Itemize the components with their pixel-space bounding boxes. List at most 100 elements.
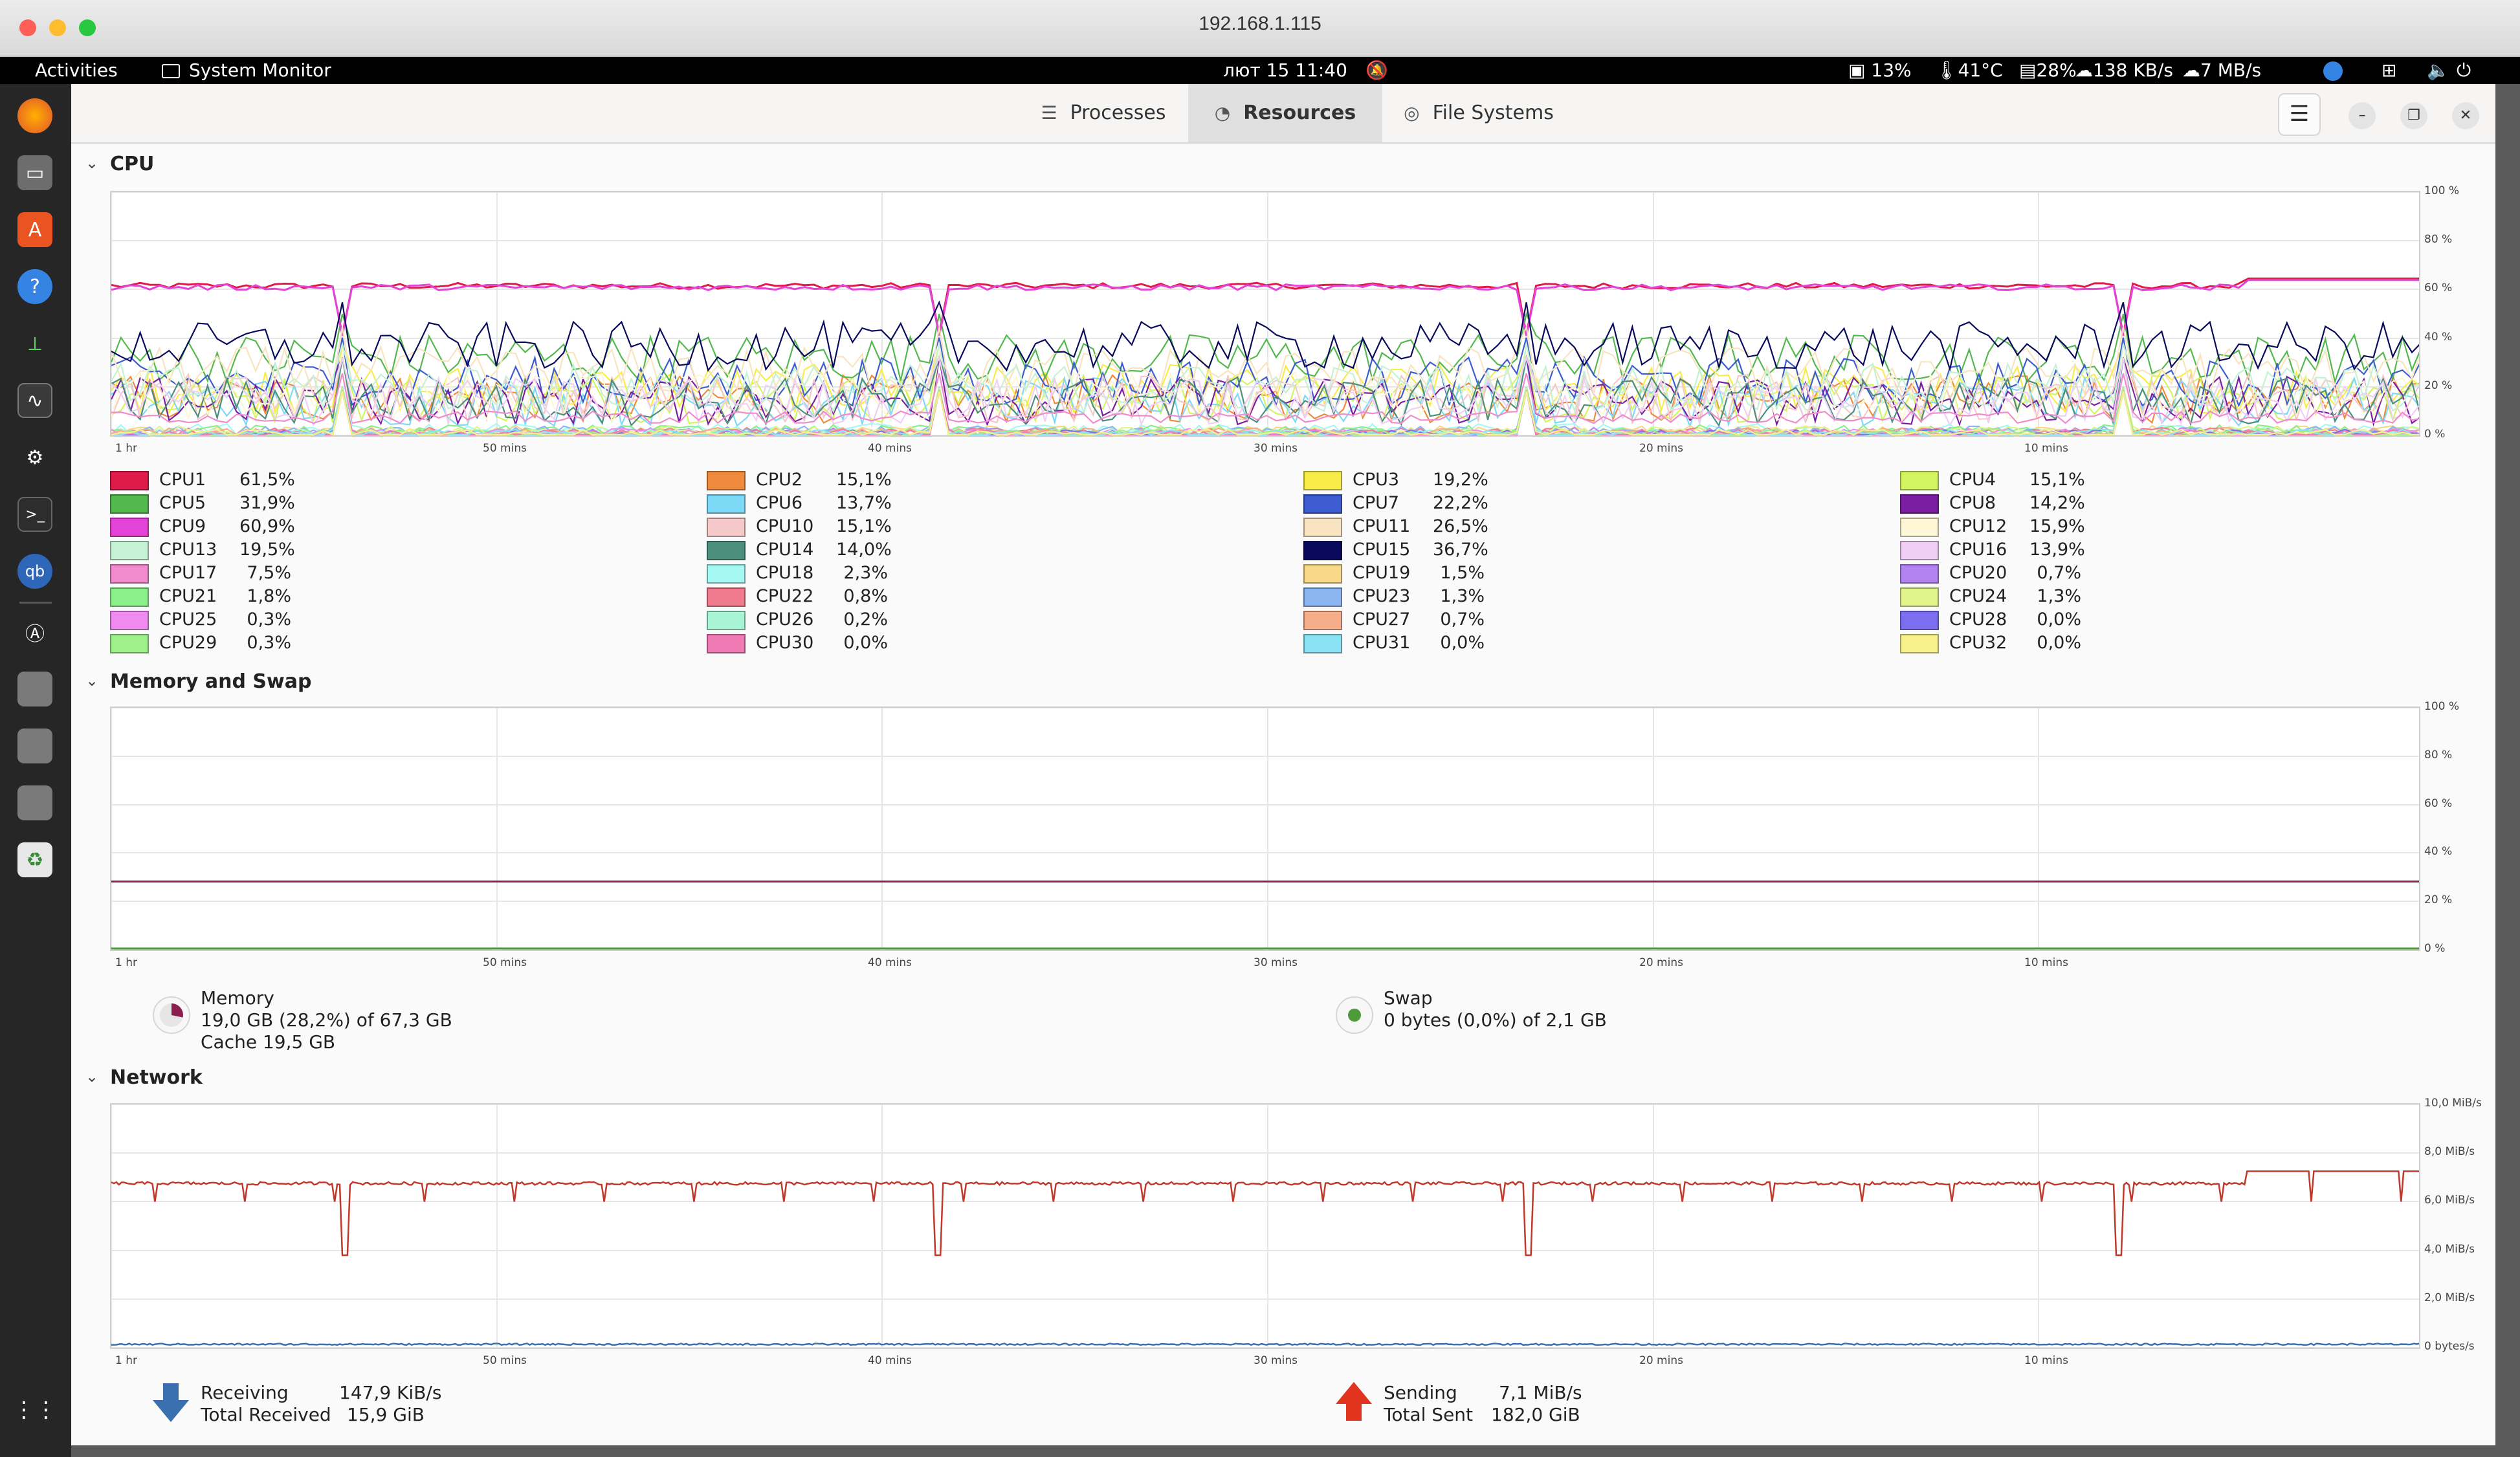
cpu-color-swatch[interactable] (1900, 634, 1939, 653)
cpu-color-swatch[interactable] (110, 587, 149, 607)
activities-button[interactable]: Activities (35, 57, 118, 84)
net-down-indicator[interactable]: ☁138 KB/s (2075, 57, 2173, 84)
cpu-x-tick: 40 mins (868, 442, 912, 455)
drive-icon[interactable] (17, 728, 52, 763)
cpu-series-line (111, 300, 2419, 373)
cpu-value: 1,8% (247, 586, 291, 606)
cpu-color-swatch[interactable] (1303, 541, 1342, 560)
close-button[interactable]: ✕ (2452, 102, 2479, 129)
cpu-name: CPU18 (756, 563, 814, 583)
cpu-color-swatch[interactable] (707, 541, 746, 560)
cpu-value: 26,5% (1433, 516, 1488, 536)
chevron-down-icon[interactable]: ⌄ (85, 1068, 98, 1086)
network-section-title[interactable]: Network (110, 1066, 203, 1089)
cpu-color-swatch[interactable] (707, 634, 746, 653)
drive-icon[interactable] (17, 672, 52, 707)
qbittorrent-icon[interactable]: qb (17, 554, 52, 589)
network-history-graph (110, 1103, 2420, 1349)
cpu-color-swatch[interactable] (707, 518, 746, 537)
clock[interactable]: лют 15 11:40 (1223, 57, 1347, 84)
firefox-icon[interactable] (17, 98, 52, 133)
memory-section-title[interactable]: Memory and Swap (110, 670, 311, 693)
settings-icon[interactable]: ⚙ (17, 440, 52, 475)
cpu-graph-svg (111, 192, 2419, 435)
chevron-down-icon[interactable]: ⌄ (85, 672, 98, 690)
cpu-color-swatch[interactable] (1303, 518, 1342, 537)
software-updater-icon[interactable]: Ⓐ (17, 615, 52, 650)
cpu-indicator[interactable]: ▤28% (2019, 57, 2077, 84)
bluetooth-status-icon[interactable] (2323, 57, 2343, 84)
cpu-color-swatch[interactable] (110, 494, 149, 514)
cpu-value: 1,5% (1440, 563, 1485, 583)
disk-indicator[interactable]: ▣ 13% (1848, 57, 1912, 84)
cpu-section-title[interactable]: CPU (110, 153, 154, 175)
system-monitor-dock-icon[interactable]: ∿ (17, 383, 52, 418)
cpu-color-swatch[interactable] (1900, 494, 1939, 514)
cpu-color-swatch[interactable] (1303, 634, 1342, 653)
cpu-name: CPU29 (159, 633, 217, 653)
cpu-color-swatch[interactable] (1900, 471, 1939, 490)
cpu-color-swatch[interactable] (707, 494, 746, 514)
dock-separator (19, 602, 52, 604)
system-monitor-icon (162, 64, 180, 78)
cpu-color-swatch[interactable] (1900, 564, 1939, 584)
cpu-color-swatch[interactable] (110, 541, 149, 560)
show-apps-icon[interactable]: ⋮⋮ (13, 1392, 57, 1427)
power-icon[interactable]: ⏻ (2457, 57, 2471, 84)
tab-file-systems[interactable]: ◎ File Systems (1385, 84, 1573, 142)
restore-button[interactable]: ❐ (2400, 102, 2427, 129)
tab-label: Processes (1070, 102, 1166, 124)
gauge-icon: ◔ (1214, 102, 1231, 124)
cpu-chip-icon: ▤ (2019, 60, 2037, 81)
cpu-color-swatch[interactable] (707, 471, 746, 490)
plot-app-icon[interactable]: ⟂ (17, 326, 52, 361)
memory-used: 19,0 GB (28,2%) of 67,3 GB (201, 1009, 452, 1031)
network-y-tick: 2,0 MiB/s (2424, 1291, 2475, 1304)
tab-processes[interactable]: ☰ Processes (1016, 84, 1191, 142)
app-center-icon[interactable]: A (17, 212, 52, 247)
cpu-name: CPU17 (159, 563, 217, 583)
chevron-down-icon[interactable]: ⌄ (85, 154, 98, 172)
cpu-color-swatch[interactable] (1900, 611, 1939, 630)
main-menu-button[interactable]: ☰ (2278, 93, 2321, 136)
receiving-series-line (111, 1342, 2419, 1346)
trash-icon[interactable]: ♻ (17, 842, 52, 877)
cpu-color-swatch[interactable] (110, 471, 149, 490)
net-up-indicator[interactable]: ☁7 MB/s (2182, 57, 2261, 84)
help-icon[interactable]: ? (17, 269, 52, 304)
receiving-values: 147,9 KiB/s 15,9 GiB (339, 1382, 441, 1426)
cpu-color-swatch[interactable] (1900, 541, 1939, 560)
sending-values: 7,1 MiB/s 182,0 GiB (1491, 1382, 1582, 1426)
cpu-color-swatch[interactable] (110, 518, 149, 537)
minimize-button[interactable]: – (2349, 102, 2376, 129)
temperature-indicator[interactable]: 🌡41°C (1935, 57, 2003, 84)
cpu-color-swatch[interactable] (707, 611, 746, 630)
cpu-color-swatch[interactable] (1303, 611, 1342, 630)
cpu-color-swatch[interactable] (707, 587, 746, 607)
cpu-color-swatch[interactable] (1303, 494, 1342, 514)
cpu-name: CPU24 (1949, 586, 2007, 606)
cpu-color-swatch[interactable] (1900, 587, 1939, 607)
cpu-color-swatch[interactable] (1900, 518, 1939, 537)
cpu-color-swatch[interactable] (110, 611, 149, 630)
cpu-value: 19,5% (239, 540, 295, 560)
cpu-value: 15,1% (836, 470, 892, 490)
drive-icon[interactable] (17, 785, 52, 820)
files-icon[interactable]: ▭ (17, 155, 52, 190)
gnome-top-bar: Activities System Monitor лют 15 11:40 🔕… (0, 57, 2520, 84)
network-icon[interactable]: ⊞ (2382, 57, 2396, 84)
tab-resources[interactable]: ◔ Resources (1188, 84, 1382, 142)
terminal-icon[interactable]: >_ (17, 497, 52, 532)
volume-icon[interactable]: 🔈 (2427, 57, 2449, 84)
network-x-tick: 40 mins (868, 1354, 912, 1367)
cpu-color-swatch[interactable] (707, 564, 746, 584)
cpu-value: 0,8% (843, 586, 888, 606)
remote-window-title: 192.168.1.115 (1199, 13, 1321, 34)
cpu-color-swatch[interactable] (110, 564, 149, 584)
cpu-color-swatch[interactable] (1303, 471, 1342, 490)
cpu-color-swatch[interactable] (1303, 564, 1342, 584)
network-x-tick: 20 mins (1639, 1354, 1683, 1367)
cpu-color-swatch[interactable] (110, 634, 149, 653)
app-menu[interactable]: System Monitor (162, 57, 331, 84)
cpu-color-swatch[interactable] (1303, 587, 1342, 607)
